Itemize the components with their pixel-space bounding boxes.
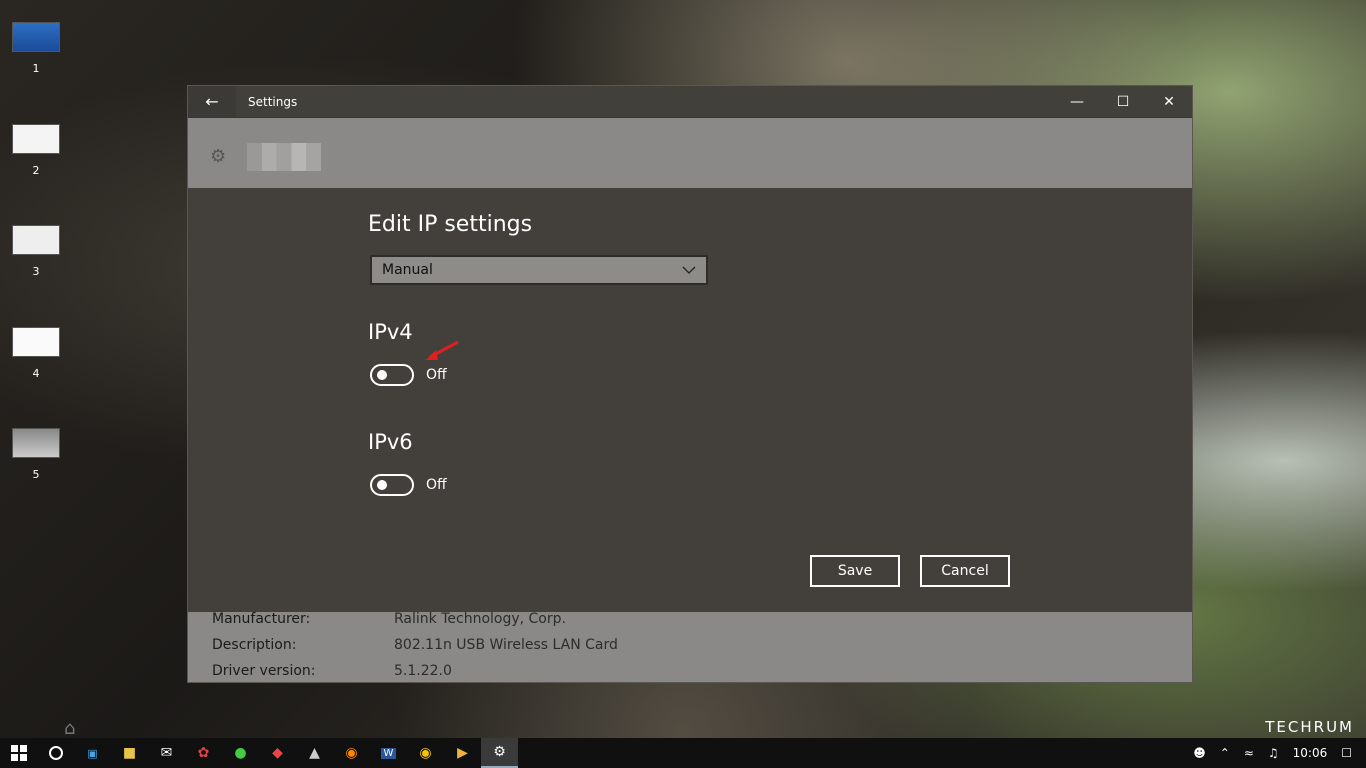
pixelated-network-name xyxy=(247,143,321,171)
taskbar-app[interactable]: ▣ xyxy=(74,738,111,768)
desktop-thumbnail xyxy=(12,124,60,154)
arrow-left-icon: ← xyxy=(205,92,219,111)
word-icon: W xyxy=(380,747,397,759)
minimize-button[interactable]: — xyxy=(1054,86,1100,117)
desktop-icon-4[interactable]: 4 xyxy=(12,327,60,380)
firefox-icon: ◉ xyxy=(345,745,358,761)
mail-icon: ✉ xyxy=(160,745,173,761)
desktop-thumbnail xyxy=(12,225,60,255)
desktop-icon-label: 2 xyxy=(32,164,40,177)
app-icon: ◆ xyxy=(272,745,283,761)
taskbar-chrome[interactable]: ◉ xyxy=(407,738,444,768)
chevron-up-icon[interactable]: ⌃ xyxy=(1220,746,1230,760)
ipv6-toggle-row: Off xyxy=(370,474,447,496)
taskbar-media[interactable]: ▶ xyxy=(444,738,481,768)
property-row: Driver version: 5.1.22.0 xyxy=(212,663,452,679)
taskbar-word[interactable]: W xyxy=(370,738,407,768)
desktop-icon-label: 1 xyxy=(32,62,40,75)
window-controls: — ☐ ✕ xyxy=(1054,86,1192,117)
cancel-button[interactable]: Cancel xyxy=(920,555,1010,587)
watermark-text: TECHRUM xyxy=(1265,718,1354,736)
desktop-thumbnail xyxy=(12,428,60,458)
clock[interactable]: 10:06 xyxy=(1293,746,1328,760)
maximize-button[interactable]: ☐ xyxy=(1100,86,1146,117)
taskbar: ▣ ■ ✉ ✿ ● ◆ ▲ ◉ W ◉ ▶ ⚙ ☻ ⌃ ≈ ♫ 10:06 ☐ xyxy=(0,738,1366,768)
taskbar-settings[interactable]: ⚙ xyxy=(481,738,518,768)
app-icon: ✿ xyxy=(197,745,210,761)
ipv4-toggle-row: Off xyxy=(370,364,447,386)
adapter-properties: Manufacturer: Ralink Technology, Corp. D… xyxy=(188,611,1192,682)
property-row: Description: 802.11n USB Wireless LAN Ca… xyxy=(212,637,618,653)
people-icon[interactable]: ☻ xyxy=(1193,746,1206,760)
page-header: ⚙ xyxy=(188,118,1192,188)
house-logo-icon: ⌂ xyxy=(64,718,76,739)
desktop-icon-3[interactable]: 3 xyxy=(12,225,60,278)
cortana-icon xyxy=(48,746,63,760)
desktop-thumbnail xyxy=(12,22,60,52)
ipv4-title: IPv4 xyxy=(368,320,413,344)
windows-logo-icon xyxy=(10,745,27,761)
close-icon: ✕ xyxy=(1163,93,1175,110)
taskbar-mail[interactable]: ✉ xyxy=(148,738,185,768)
ipv6-toggle[interactable] xyxy=(370,474,414,496)
desktop-icon-5[interactable]: 5 xyxy=(12,428,60,481)
desktop-icon-label: 5 xyxy=(32,468,40,481)
edit-ip-dialog: Edit IP settings Manual IPv4 Off IPv6 Of… xyxy=(188,188,1192,612)
app-icon: ▣ xyxy=(87,746,98,760)
taskbar-app[interactable]: ● xyxy=(222,738,259,768)
property-value: 802.11n USB Wireless LAN Card xyxy=(394,637,618,653)
property-row: Manufacturer: Ralink Technology, Corp. xyxy=(212,611,566,627)
close-button[interactable]: ✕ xyxy=(1146,86,1192,117)
minimize-icon: — xyxy=(1070,93,1084,110)
start-button[interactable] xyxy=(0,738,37,768)
property-key: Driver version: xyxy=(212,663,316,679)
dialog-title: Edit IP settings xyxy=(368,212,533,237)
toggle-knob xyxy=(377,480,387,490)
desktop-icon-label: 4 xyxy=(32,367,40,380)
desktop-icon-label: 3 xyxy=(32,265,40,278)
property-key: Manufacturer: xyxy=(212,611,311,627)
back-button[interactable]: ← xyxy=(188,86,236,117)
ipv4-toggle[interactable] xyxy=(370,364,414,386)
taskbar-app[interactable]: ▲ xyxy=(296,738,333,768)
window-title: Settings xyxy=(248,94,298,109)
desktop-icon-1[interactable]: 1 xyxy=(12,22,60,75)
save-button[interactable]: Save xyxy=(810,555,900,587)
notification-icon[interactable]: ☐ xyxy=(1341,746,1352,760)
ip-assignment-dropdown[interactable]: Manual xyxy=(370,255,708,285)
maximize-icon: ☐ xyxy=(1116,93,1130,110)
chrome-icon: ◉ xyxy=(419,745,432,761)
toggle-knob xyxy=(377,370,387,380)
desktop-icon-2[interactable]: 2 xyxy=(12,124,60,177)
app-icon: ● xyxy=(234,745,247,761)
settings-window: ← Settings — ☐ ✕ ⚙ Edit IP settings Manu… xyxy=(187,85,1193,683)
taskbar-firefox[interactable]: ◉ xyxy=(333,738,370,768)
system-tray: ☻ ⌃ ≈ ♫ 10:06 ☐ xyxy=(1186,738,1366,768)
gear-icon: ⚙ xyxy=(210,146,227,167)
taskbar-file-explorer[interactable]: ■ xyxy=(111,738,148,768)
ipv6-toggle-state: Off xyxy=(426,477,447,493)
taskbar-app[interactable]: ✿ xyxy=(185,738,222,768)
chevron-down-icon xyxy=(682,266,696,274)
property-key: Description: xyxy=(212,637,297,653)
title-bar: ← Settings — ☐ ✕ xyxy=(188,86,1192,118)
ipv6-title: IPv6 xyxy=(368,430,413,454)
ipv4-toggle-state: Off xyxy=(426,367,447,383)
volume-icon[interactable]: ♫ xyxy=(1268,746,1279,760)
media-icon: ▶ xyxy=(457,745,468,761)
app-icon: ▲ xyxy=(309,745,320,761)
property-value: 5.1.22.0 xyxy=(394,663,452,679)
wifi-icon[interactable]: ≈ xyxy=(1244,746,1254,760)
folder-icon: ■ xyxy=(122,745,137,761)
taskbar-app[interactable]: ◆ xyxy=(259,738,296,768)
dropdown-selected-value: Manual xyxy=(382,262,433,278)
desktop-thumbnail xyxy=(12,327,60,357)
red-arrow-annotation xyxy=(426,340,459,360)
property-value: Ralink Technology, Corp. xyxy=(394,611,566,627)
cortana-button[interactable] xyxy=(37,738,74,768)
settings-icon: ⚙ xyxy=(493,744,506,760)
